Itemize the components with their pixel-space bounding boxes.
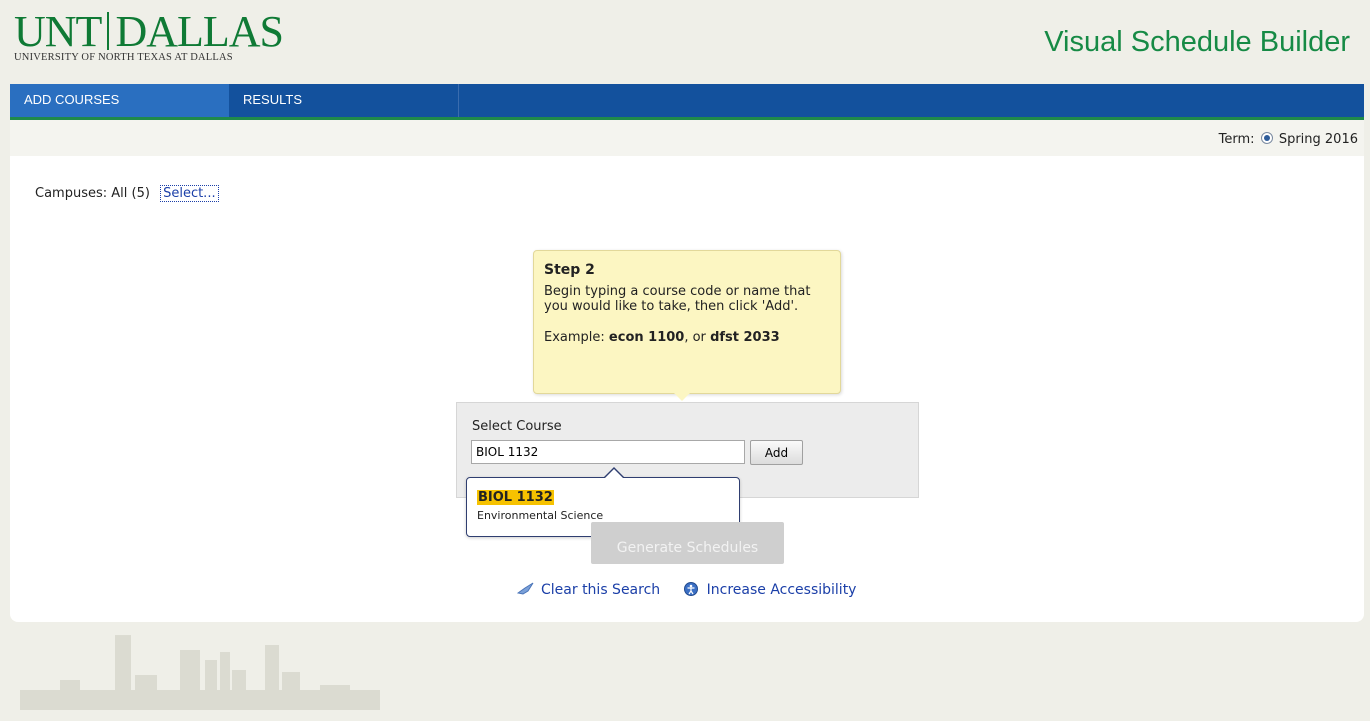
dallas-skyline-image [20,635,380,710]
term-label: Term: [1218,132,1255,147]
accessibility-icon [683,582,698,596]
add-button[interactable]: Add [750,440,803,465]
example-dfst: dfst 2033 [710,330,780,345]
course-search-input[interactable] [471,440,745,464]
example-prefix: Example: [544,330,605,345]
logo-unt: UNT [14,7,102,56]
broom-icon [517,582,534,595]
campuses-row: Campuses: All (5) Select... [35,185,219,202]
example-or: , or [684,330,706,345]
unt-dallas-logo: UNT DALLAS UNIVERSITY OF NORTH TEXAS AT D… [14,7,284,64]
select-course-label: Select Course [472,419,562,434]
tooltip-title: Step 2 [544,262,595,278]
logo-wordmark: UNT DALLAS [14,7,284,56]
campuses-select-link[interactable]: Select... [160,185,219,202]
tab-results[interactable]: RESULTS [229,84,459,117]
footer-links: Clear this Search Increase Accessibility [517,582,874,598]
accessibility-link[interactable]: Increase Accessibility [683,582,857,598]
generate-schedules-button[interactable]: Generate Schedules [591,522,784,564]
app-title: Visual Schedule Builder [1044,26,1350,58]
term-bar: Term: Spring 2016 [10,120,1364,156]
logo-dallas: DALLAS [115,7,284,56]
page-header: UNT DALLAS UNIVERSITY OF NORTH TEXAS AT D… [0,0,1370,84]
tab-add-courses[interactable]: ADD COURSES [10,84,229,117]
accessibility-label: Increase Accessibility [706,582,857,598]
clear-search-label: Clear this Search [541,582,661,598]
tooltip-example: Example: econ 1100, or dfst 2033 [544,330,830,345]
suggestion-code: BIOL 1132 [477,490,554,505]
suggestion-name: Environmental Science [477,509,604,522]
tooltip-body: Begin typing a course code or name that … [544,284,811,314]
clear-search-link[interactable]: Clear this Search [517,582,665,598]
term-radio[interactable] [1260,132,1273,144]
main-content: Campuses: All (5) Select... Step 2 Begin… [10,156,1364,622]
example-econ: econ 1100 [608,330,685,345]
main-nav: ADD COURSES RESULTS [10,84,1364,120]
step-tooltip: Step 2 Begin typing a course code or nam… [533,250,841,401]
campuses-value: All (5) [111,186,150,201]
term-selector: Term: Spring 2016 [1219,132,1358,147]
term-value[interactable]: Spring 2016 [1279,132,1358,147]
campuses-label: Campuses: [35,186,108,201]
